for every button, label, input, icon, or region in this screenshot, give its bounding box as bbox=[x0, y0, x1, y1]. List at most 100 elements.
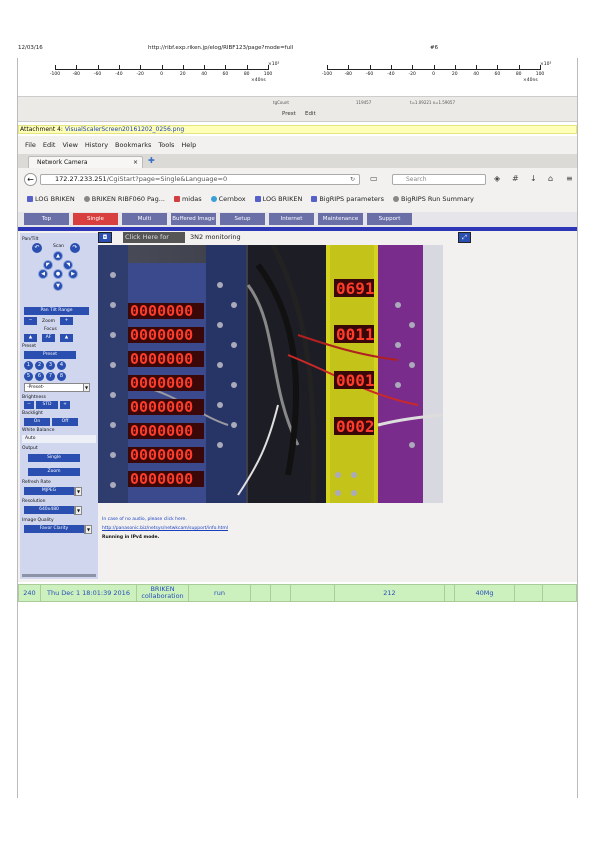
extension-icon[interactable]: # bbox=[512, 174, 519, 184]
axis-tick-label: -40 bbox=[115, 72, 123, 77]
menu-icon[interactable]: ≡ bbox=[566, 174, 573, 184]
preset-4-button[interactable]: 4 bbox=[57, 361, 66, 370]
backlight-on-button[interactable]: On bbox=[24, 418, 50, 426]
support-link[interactable]: http://panasonic.biz/netsys/netwkcam/sup… bbox=[102, 526, 228, 531]
backlight-off-button[interactable]: Off bbox=[52, 418, 78, 426]
horizontal-scrollbar[interactable] bbox=[22, 574, 96, 577]
up-arrow-icon[interactable]: ▲ bbox=[53, 251, 63, 261]
brightness-std-button[interactable]: STD bbox=[36, 401, 58, 409]
menu-bookmarks[interactable]: Bookmarks bbox=[115, 141, 151, 153]
back-icon[interactable]: ← bbox=[24, 173, 37, 186]
down-arrow-icon[interactable]: ▼ bbox=[53, 281, 63, 291]
bookmark-item[interactable]: midas bbox=[173, 193, 202, 205]
brightness-up-button[interactable]: + bbox=[60, 401, 70, 409]
menu-tools[interactable]: Tools bbox=[158, 141, 174, 153]
bookmark-item[interactable]: BigRIPS parameters bbox=[311, 193, 384, 205]
camera-icon[interactable]: ◘ bbox=[98, 232, 112, 243]
scan-right-icon[interactable]: ↷ bbox=[70, 243, 80, 253]
preset-button[interactable]: Preset bbox=[24, 351, 76, 359]
zoom-in-button[interactable]: + bbox=[60, 317, 73, 325]
axis-tick-label: -80 bbox=[72, 72, 80, 77]
led-readout: 0001 bbox=[336, 371, 375, 390]
new-tab-icon[interactable]: ✚ bbox=[148, 156, 155, 165]
run-number[interactable]: 240 bbox=[19, 585, 41, 601]
home-position-icon[interactable]: ● bbox=[53, 269, 63, 279]
axis-tick-label: 100 bbox=[263, 72, 273, 77]
tab-multi[interactable]: Multi bbox=[122, 213, 167, 225]
attachment-bar: Attachment 4: VisualScalerScreen20161202… bbox=[18, 125, 577, 134]
menu-edit[interactable]: Edit bbox=[43, 141, 56, 153]
attachment-link[interactable]: VisualScalerScreen20161202_0256.png bbox=[65, 126, 184, 133]
autofocus-button[interactable]: AF bbox=[42, 334, 55, 342]
image-quality-value[interactable]: Favor Clarity bbox=[24, 525, 84, 533]
white-balance-value[interactable]: Auto bbox=[22, 435, 96, 443]
led-readout: 0000000 bbox=[130, 422, 193, 440]
tab-buffered-image[interactable]: Buffered Image bbox=[171, 213, 216, 225]
fullscreen-icon[interactable]: ⤢ bbox=[458, 232, 471, 243]
bookmark-item[interactable]: LOG BRIKEN bbox=[254, 193, 302, 205]
preset-7-button[interactable]: 7 bbox=[46, 372, 55, 381]
page-number: #6 bbox=[430, 45, 439, 51]
axis-tick bbox=[225, 65, 227, 70]
preset-6-button[interactable]: 6 bbox=[35, 372, 44, 381]
no-audio-notice[interactable]: In case of no audio, please click here. bbox=[102, 517, 187, 522]
bookmark-item[interactable]: BigRIPS Run Summary bbox=[392, 193, 474, 205]
tab-setup[interactable]: Setup bbox=[220, 213, 265, 225]
tab-maintenance[interactable]: Maintenance bbox=[318, 213, 363, 225]
home-icon[interactable]: ⌂ bbox=[548, 174, 553, 184]
focus-near-button[interactable]: ▲ bbox=[24, 334, 37, 342]
led-readout: 0000000 bbox=[130, 470, 193, 488]
menu-history[interactable]: History bbox=[85, 141, 108, 153]
axis-tick bbox=[518, 65, 520, 70]
reload-icon[interactable]: ↻ bbox=[350, 175, 355, 184]
bookmark-item[interactable]: Cernbox bbox=[210, 193, 246, 205]
browser-tab[interactable]: Network Camera × bbox=[28, 156, 143, 168]
preset-8-button[interactable]: 8 bbox=[57, 372, 66, 381]
tab-support[interactable]: Support bbox=[367, 213, 412, 225]
tab-single[interactable]: Single bbox=[73, 213, 118, 225]
output-single-button[interactable]: Single bbox=[28, 454, 80, 462]
axis-tick bbox=[268, 65, 269, 70]
menu-view[interactable]: View bbox=[62, 141, 77, 153]
axis-tick-label: 40 bbox=[473, 72, 479, 77]
click-here-button[interactable]: Click Here for bbox=[123, 232, 185, 243]
preset-2-button[interactable]: 2 bbox=[35, 361, 44, 370]
right-arrow-icon[interactable]: ▶ bbox=[68, 269, 78, 279]
resolution-value[interactable]: 640x480 bbox=[24, 506, 74, 514]
output-zoom-button[interactable]: Zoom bbox=[28, 468, 80, 476]
bookmark-label: BigRIPS Run Summary bbox=[400, 195, 474, 203]
download-icon[interactable]: ↓ bbox=[530, 174, 537, 184]
focus-far-button[interactable]: ▲ bbox=[60, 334, 73, 342]
pan-tilt-range-button[interactable]: Pan Tilt Range bbox=[24, 307, 89, 315]
menu-help[interactable]: Help bbox=[181, 141, 196, 153]
bookmark-item[interactable]: LOG BRIKEN bbox=[27, 193, 75, 205]
edit-link[interactable]: Edit bbox=[305, 111, 316, 117]
reader-icon[interactable]: ▭ bbox=[370, 174, 378, 184]
table-cell bbox=[291, 585, 335, 601]
resolution-dropdown[interactable]: ▼ bbox=[74, 506, 82, 515]
preset-1-button[interactable]: 1 bbox=[24, 361, 33, 370]
tab-internet[interactable]: Internet bbox=[269, 213, 314, 225]
close-icon[interactable]: × bbox=[133, 157, 138, 168]
preset-5-button[interactable]: 5 bbox=[24, 372, 33, 381]
led-readout: 0000000 bbox=[130, 350, 193, 368]
axis-tick bbox=[327, 65, 328, 70]
zoom-out-button[interactable]: − bbox=[24, 317, 37, 325]
search-input[interactable]: Search bbox=[392, 174, 486, 185]
image-quality-dropdown[interactable]: ▼ bbox=[84, 525, 92, 534]
refresh-rate-dropdown[interactable]: ▼ bbox=[74, 487, 82, 496]
menu-file[interactable]: File bbox=[25, 141, 36, 153]
prest-link[interactable]: Prest bbox=[282, 111, 296, 117]
refresh-rate-value[interactable]: MJPEG bbox=[24, 487, 74, 495]
pocket-icon[interactable]: ◈ bbox=[494, 174, 500, 184]
brightness-label: Brightness bbox=[22, 395, 46, 400]
left-arrow-icon[interactable]: ◀ bbox=[38, 269, 48, 279]
brightness-down-button[interactable]: − bbox=[24, 401, 34, 409]
bookmark-item[interactable]: BRIKEN RIBF060 Pag... bbox=[83, 193, 165, 205]
url-bar[interactable]: 172.27.233.251/CgiStart?page=Single&Lang… bbox=[40, 174, 360, 185]
attachment-label: Attachment 4: bbox=[20, 126, 63, 133]
preset-3-button[interactable]: 3 bbox=[46, 361, 55, 370]
tab-top[interactable]: Top bbox=[24, 213, 69, 225]
scan-left-icon[interactable]: ↶ bbox=[32, 243, 42, 253]
preset-select[interactable]: -Preset- ▼ bbox=[24, 383, 90, 392]
